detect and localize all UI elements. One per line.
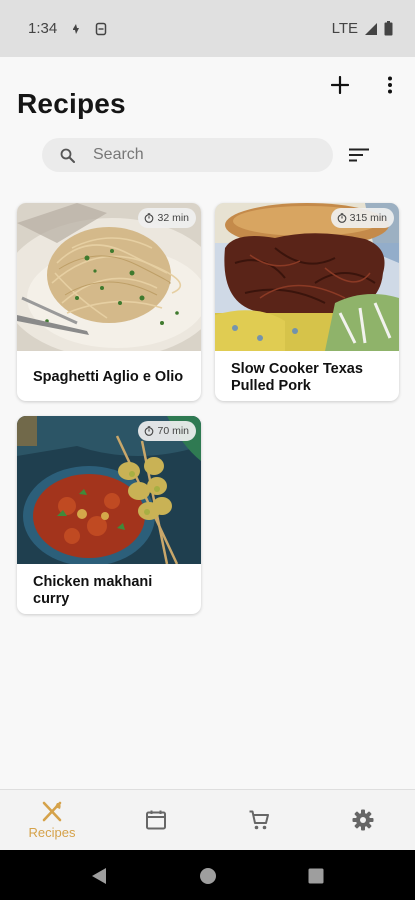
recipe-card[interactable]: 70 min Chicken makhani curry — [17, 416, 201, 614]
home-button[interactable] — [197, 865, 219, 887]
search-icon — [60, 148, 75, 163]
fork-knife-icon — [42, 801, 62, 821]
storage-icon — [95, 22, 107, 36]
recipes-screen: 1:34 LTE Recipes Search 32 min Spaghetti… — [0, 0, 415, 900]
timer-icon — [145, 213, 154, 223]
cook-time-badge: 70 min — [138, 421, 196, 441]
nav-shopping-cart[interactable] — [219, 790, 299, 850]
nav-label-recipes: Recipes — [28, 824, 76, 840]
recipe-photo: 315 min — [215, 203, 399, 351]
notification-icon — [71, 23, 81, 35]
recents-button[interactable] — [305, 865, 327, 887]
home-circle-icon — [200, 868, 216, 884]
search-input[interactable] — [91, 145, 295, 165]
cook-time-badge: 315 min — [330, 208, 394, 228]
nav-calendar[interactable] — [116, 790, 196, 850]
add-recipe-button[interactable] — [324, 69, 356, 101]
sort-button[interactable] — [343, 140, 375, 170]
system-navigation-bar — [0, 850, 415, 900]
more-vert-icon — [388, 76, 392, 94]
recipe-photo: 32 min — [17, 203, 201, 351]
status-time: 1:34 — [28, 20, 58, 37]
recipe-card[interactable]: 315 min Slow Cooker Texas Pulled Pork — [215, 203, 399, 401]
cook-time-badge: 32 min — [138, 208, 196, 228]
nav-recipes[interactable]: Recipes — [12, 790, 92, 850]
sort-icon — [349, 148, 369, 162]
recents-square-icon — [308, 868, 324, 884]
back-button[interactable] — [88, 865, 110, 887]
recipe-photo: 70 min — [17, 416, 201, 564]
top-app-bar: Recipes — [0, 57, 415, 135]
plus-icon — [331, 76, 349, 94]
signal-icon — [364, 22, 378, 36]
cook-time: 315 min — [349, 212, 387, 224]
bottom-navigation: Recipes — [0, 789, 415, 850]
battery-icon — [384, 21, 393, 36]
timer-icon — [145, 426, 154, 436]
recipe-card[interactable]: 32 min Spaghetti Aglio e Olio — [17, 203, 201, 401]
nav-settings[interactable] — [323, 790, 403, 850]
recipe-name: Chicken makhani curry — [33, 574, 153, 607]
recipe-name: Slow Cooker Texas Pulled Pork — [231, 361, 363, 394]
cook-time: 70 min — [157, 425, 189, 437]
more-options-button[interactable] — [374, 69, 406, 101]
network-type: LTE — [331, 20, 358, 37]
recipe-name: Spaghetti Aglio e Olio — [33, 369, 184, 385]
search-bar[interactable] — [42, 138, 333, 172]
page-title: Recipes — [17, 88, 126, 119]
gear-icon — [352, 809, 374, 831]
cart-icon — [249, 810, 269, 830]
cook-time: 32 min — [157, 212, 189, 224]
calendar-icon — [146, 810, 166, 830]
timer-icon — [337, 213, 346, 223]
back-triangle-icon — [92, 868, 106, 884]
status-bar: 1:34 LTE — [0, 0, 415, 57]
